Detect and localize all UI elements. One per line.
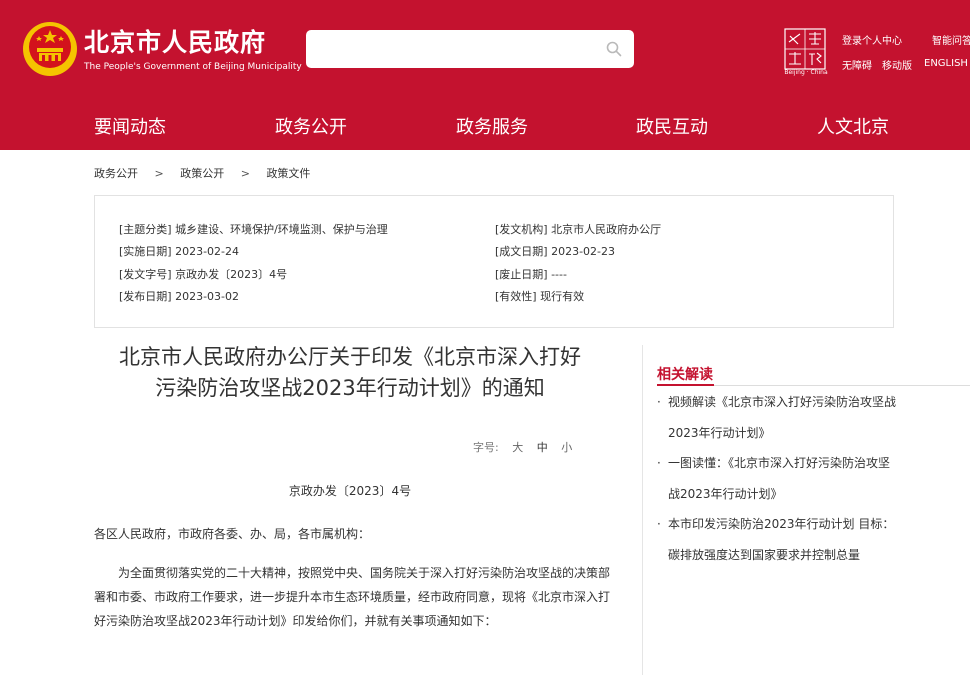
breadcrumb-policy-documents[interactable]: 政策文件 [266, 167, 310, 180]
document-number: 京政办发〔2023〕4号 [288, 484, 412, 498]
smart-qa-link[interactable]: 智能问答 [932, 32, 970, 47]
related-item[interactable]: · 本市印发污染防治2023年行动计划 目标：碳排放强度达到国家要求并控制总量 [657, 509, 897, 571]
site-title[interactable]: 北京市人民政府 [84, 23, 266, 59]
article-title: 北京市人民政府办公厅关于印发《北京市深入打好 污染防治攻坚战2023年行动计划》… [94, 342, 606, 404]
meta-abolish-date: [废止日期] ---- [495, 268, 567, 281]
english-link[interactable]: ENGLISH [924, 58, 968, 69]
nav-item-interaction[interactable]: 政民互动 [636, 113, 708, 139]
breadcrumb-gov-affairs-open[interactable]: 政务公开 [94, 167, 138, 180]
meta-effective-date: [实施日期] 2023-02-24 [119, 245, 240, 258]
top-bar: 北京市人民政府 The People's Government of Beiji… [0, 0, 970, 100]
font-size-small-button[interactable]: 小 [561, 441, 572, 454]
sidebar-divider [642, 345, 643, 675]
article-title-line: 北京市人民政府办公厅关于印发《北京市深入打好 [119, 345, 581, 369]
mobile-version-link[interactable]: 移动版 [882, 57, 912, 72]
login-link[interactable]: 登录个人中心 [842, 32, 902, 47]
capital-logo-caption: Beijing · China [784, 69, 828, 76]
bullet-icon: · [657, 517, 661, 531]
meta-issuer: [发文机构] 北京市人民政府办公厅 [495, 223, 662, 236]
site-header: 北京市人民政府 The People's Government of Beiji… [0, 0, 970, 150]
meta-created-date: [成文日期] 2023-02-23 [495, 245, 616, 258]
related-item-text[interactable]: 本市印发污染防治2023年行动计划 目标：碳排放强度达到国家要求并控制总量 [657, 509, 897, 571]
font-size-medium-button[interactable]: 中 [537, 441, 548, 454]
breadcrumb-policy-open[interactable]: 政策公开 [180, 167, 224, 180]
bullet-icon: · [657, 395, 661, 409]
breadcrumb: 政务公开 > 政策公开 > 政策文件 [94, 165, 310, 181]
related-item-text[interactable]: 一图读懂：《北京市深入打好污染防治攻坚战2023年行动计划》 [657, 448, 897, 510]
nav-item-gov-affairs-open[interactable]: 政务公开 [275, 113, 347, 139]
breadcrumb-separator: > [154, 167, 164, 180]
search-box [306, 30, 634, 68]
document-meta-box: [主题分类] 城乡建设、环境保护/环境监测、保护与治理 [发文机构] 北京市人民… [94, 195, 894, 328]
meta-doc-number: [发文字号] 京政办发〔2023〕4号 [119, 268, 288, 281]
nav-item-gov-services[interactable]: 政务服务 [456, 113, 528, 139]
main-nav: 要闻动态 政务公开 政务服务 政民互动 人文北京 [0, 100, 970, 150]
site-subtitle: The People's Government of Beijing Munic… [84, 62, 302, 72]
nav-item-culture[interactable]: 人文北京 [817, 113, 889, 139]
meta-publish-date: [发布日期] 2023-03-02 [119, 290, 240, 303]
accessibility-link[interactable]: 无障碍 [842, 57, 872, 72]
search-icon[interactable] [606, 41, 622, 57]
salutation: 各区人民政府，市政府各委、办、局，各市属机构： [94, 527, 371, 541]
body-paragraph: 为全面贯彻落实党的二十大精神，按照党中央、国务院关于深入打好污染防治攻坚战的决策… [94, 566, 611, 628]
meta-topic: [主题分类] 城乡建设、环境保护/环境监测、保护与治理 [119, 223, 388, 236]
meta-validity: [有效性] 现行有效 [495, 290, 585, 303]
font-size-label: 字号: [473, 441, 499, 454]
search-input[interactable] [316, 36, 590, 64]
bullet-icon: · [657, 456, 661, 470]
related-underline-accent [657, 384, 714, 386]
related-item-text[interactable]: 视频解读《北京市深入打好污染防治攻坚战2023年行动计划》 [657, 387, 897, 449]
related-item[interactable]: · 一图读懂：《北京市深入打好污染防治攻坚战2023年行动计划》 [657, 448, 897, 510]
font-size-large-button[interactable]: 大 [512, 441, 523, 454]
national-emblem-icon[interactable] [22, 21, 78, 77]
nav-item-news[interactable]: 要闻动态 [94, 113, 166, 139]
related-heading: 相关解读 [657, 367, 713, 383]
article-title-line: 污染防治攻坚战2023年行动计划》的通知 [155, 376, 545, 400]
breadcrumb-separator: > [240, 167, 250, 180]
related-item[interactable]: · 视频解读《北京市深入打好污染防治攻坚战2023年行动计划》 [657, 387, 897, 449]
font-size-controls: 字号: 大 中 小 [473, 439, 572, 455]
